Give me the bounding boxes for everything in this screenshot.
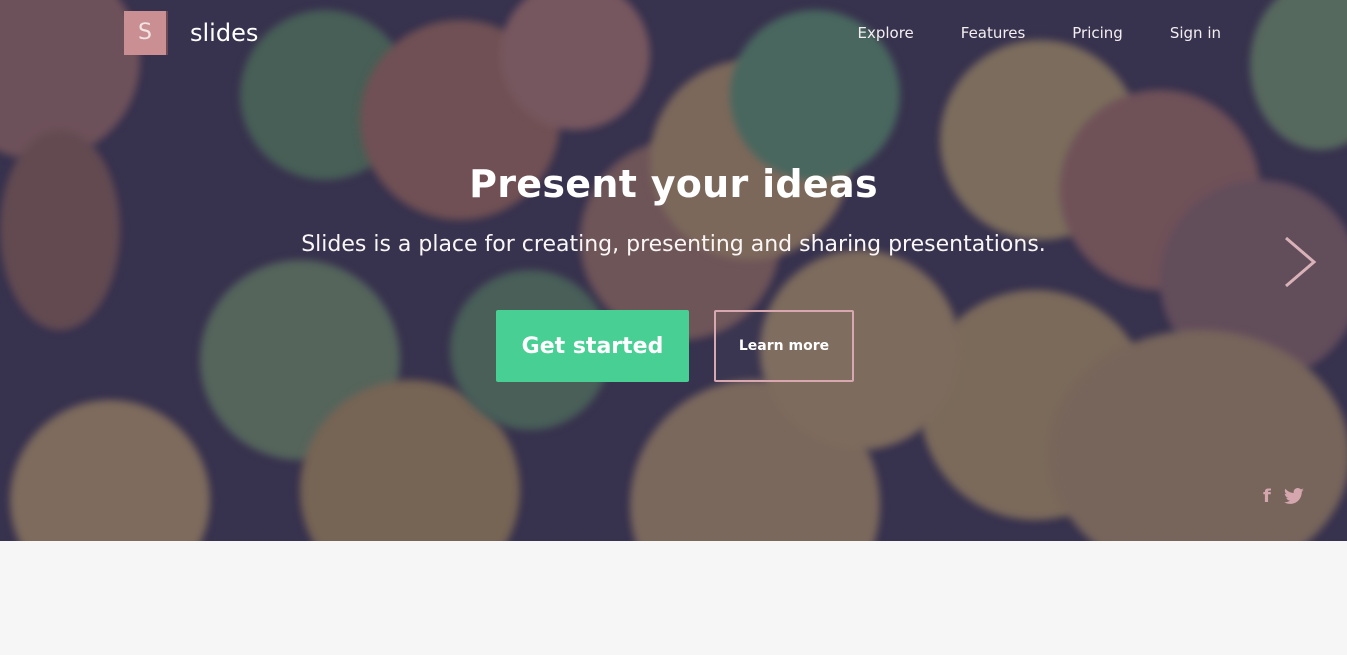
logo-letter: S	[124, 10, 166, 55]
nav-features-link[interactable]: Features	[961, 24, 1026, 42]
main-nav: Explore Features Pricing Sign in	[810, 24, 1221, 42]
brand-name: slides	[190, 18, 259, 47]
brand-logo[interactable]: S slides	[124, 10, 258, 55]
nav-explore-link[interactable]: Explore	[857, 24, 913, 42]
facebook-icon[interactable]: f	[1263, 486, 1271, 507]
page-content-area	[0, 541, 1347, 655]
nav-signin-link[interactable]: Sign in	[1170, 24, 1221, 42]
learn-more-button[interactable]: Learn more	[714, 310, 854, 382]
nav-pricing-link[interactable]: Pricing	[1072, 24, 1123, 42]
hero-background: S slides Explore Features Pricing Sign i…	[0, 0, 1347, 541]
social-links: f	[1263, 486, 1305, 507]
chevron-right-icon[interactable]	[1278, 234, 1320, 290]
hero-title: Present your ideas	[469, 162, 878, 206]
hero-subtitle: Slides is a place for creating, presenti…	[301, 232, 1046, 257]
get-started-button[interactable]: Get started	[496, 310, 689, 382]
logo-mark: S	[124, 10, 168, 55]
hero-overlay	[0, 0, 1347, 541]
twitter-icon[interactable]	[1283, 487, 1305, 506]
